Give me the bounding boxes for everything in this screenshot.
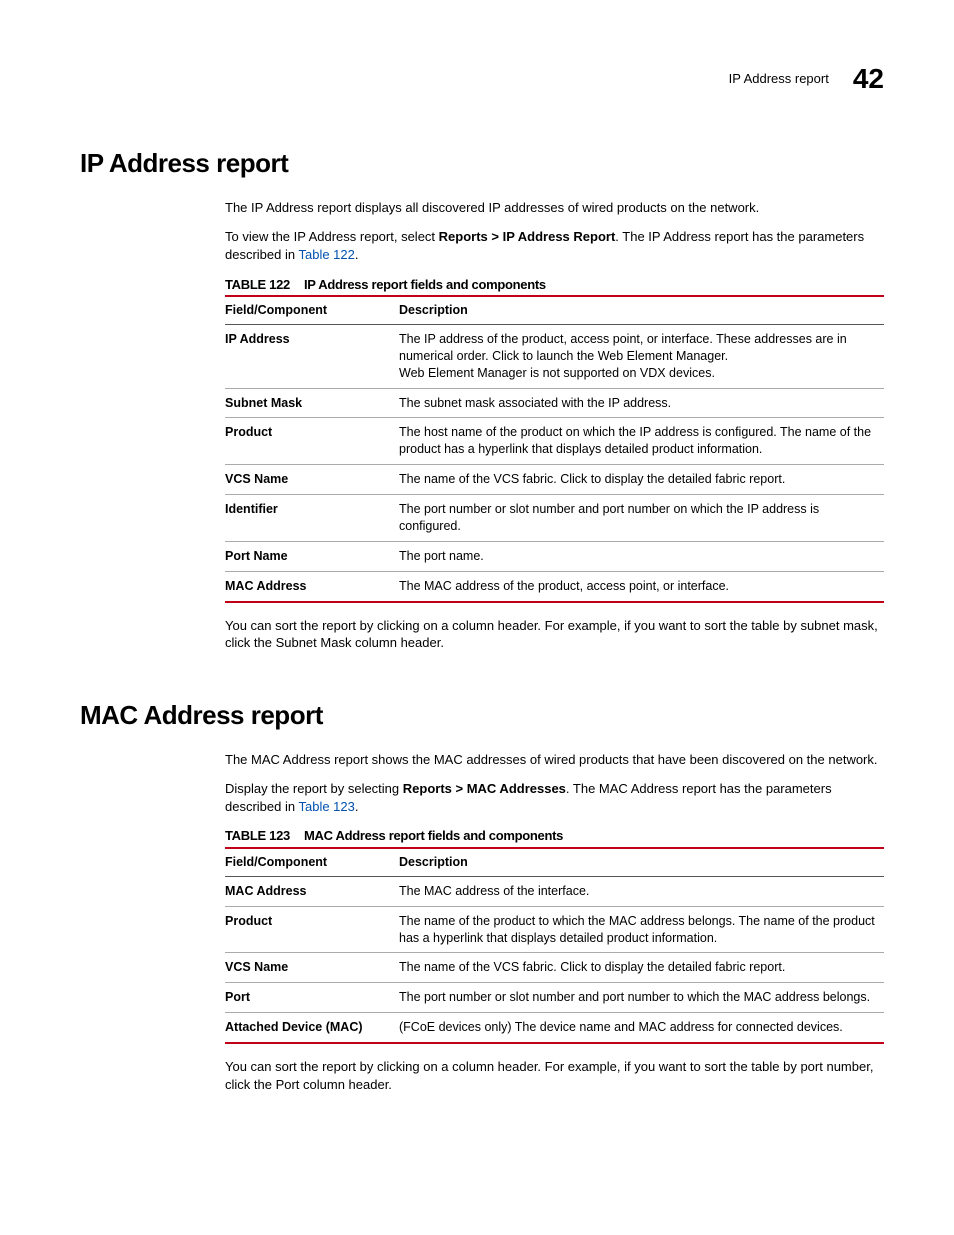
table-123: Field/Component Description MAC AddressT…: [225, 847, 884, 1044]
col-header-description[interactable]: Description: [399, 848, 884, 876]
table-row: MAC AddressThe MAC address of the produc…: [225, 571, 884, 601]
table-row: ProductThe name of the product to which …: [225, 906, 884, 953]
table-row: IdentifierThe port number or slot number…: [225, 495, 884, 542]
field-cell: Product: [225, 418, 399, 465]
description-cell: The host name of the product on which th…: [399, 418, 884, 465]
description-cell: The name of the product to which the MAC…: [399, 906, 884, 953]
field-cell: Attached Device (MAC): [225, 1013, 399, 1043]
description-cell: (FCoE devices only) The device name and …: [399, 1013, 884, 1043]
description-cell: The MAC address of the interface.: [399, 876, 884, 906]
description-cell: The port name.: [399, 541, 884, 571]
field-cell: VCS Name: [225, 953, 399, 983]
col-header-field[interactable]: Field/Component: [225, 296, 399, 324]
table-row: Port NameThe port name.: [225, 541, 884, 571]
description-cell: The port number or slot number and port …: [399, 495, 884, 542]
table-row: Attached Device (MAC)(FCoE devices only)…: [225, 1013, 884, 1043]
table-title: IP Address report fields and components: [304, 277, 546, 292]
col-header-field[interactable]: Field/Component: [225, 848, 399, 876]
field-cell: MAC Address: [225, 571, 399, 601]
description-cell: The subnet mask associated with the IP a…: [399, 388, 884, 418]
description-cell: The IP address of the product, access po…: [399, 324, 884, 388]
table-row: ProductThe host name of the product on w…: [225, 418, 884, 465]
field-cell: IP Address: [225, 324, 399, 388]
field-cell: Port: [225, 983, 399, 1013]
text: Display the report by selecting: [225, 781, 403, 796]
table-row: IP AddressThe IP address of the product,…: [225, 324, 884, 388]
table-122-caption: TABLE 122 IP Address report fields and co…: [225, 276, 884, 294]
field-cell: VCS Name: [225, 465, 399, 495]
ip-intro-paragraph: The IP Address report displays all disco…: [225, 199, 884, 217]
table-123-link[interactable]: Table 123: [298, 799, 354, 814]
description-cell: The MAC address of the product, access p…: [399, 571, 884, 601]
section-title-mac: MAC Address report: [80, 698, 884, 733]
col-header-description[interactable]: Description: [399, 296, 884, 324]
field-cell: Product: [225, 906, 399, 953]
section-title-ip: IP Address report: [80, 146, 884, 181]
field-cell: Subnet Mask: [225, 388, 399, 418]
field-cell: Port Name: [225, 541, 399, 571]
description-cell: The name of the VCS fabric. Click to dis…: [399, 953, 884, 983]
table-122-link[interactable]: Table 122: [298, 247, 354, 262]
description-cell: The port number or slot number and port …: [399, 983, 884, 1013]
mac-instruction-paragraph: Display the report by selecting Reports …: [225, 780, 884, 815]
text: .: [355, 247, 359, 262]
menu-path: Reports > IP Address Report: [439, 229, 616, 244]
table-row: MAC AddressThe MAC address of the interf…: [225, 876, 884, 906]
field-cell: Identifier: [225, 495, 399, 542]
field-cell: MAC Address: [225, 876, 399, 906]
table-number: TABLE 123: [225, 828, 290, 843]
table-title: MAC Address report fields and components: [304, 828, 563, 843]
page-header: IP Address report 42: [80, 60, 884, 98]
mac-intro-paragraph: The MAC Address report shows the MAC add…: [225, 751, 884, 769]
table-row: Subnet MaskThe subnet mask associated wi…: [225, 388, 884, 418]
table-row: VCS NameThe name of the VCS fabric. Clic…: [225, 953, 884, 983]
mac-sort-paragraph: You can sort the report by clicking on a…: [225, 1058, 884, 1093]
table-123-caption: TABLE 123 MAC Address report fields and c…: [225, 827, 884, 845]
menu-path: Reports > MAC Addresses: [403, 781, 566, 796]
header-section-label: IP Address report: [729, 70, 829, 88]
ip-instruction-paragraph: To view the IP Address report, select Re…: [225, 228, 884, 263]
header-page-number: 42: [853, 60, 884, 98]
table-row: PortThe port number or slot number and p…: [225, 983, 884, 1013]
ip-sort-paragraph: You can sort the report by clicking on a…: [225, 617, 884, 652]
table-row: VCS NameThe name of the VCS fabric. Clic…: [225, 465, 884, 495]
table-122: Field/Component Description IP AddressTh…: [225, 295, 884, 603]
description-cell: The name of the VCS fabric. Click to dis…: [399, 465, 884, 495]
text: .: [355, 799, 359, 814]
text: To view the IP Address report, select: [225, 229, 439, 244]
table-number: TABLE 122: [225, 277, 290, 292]
